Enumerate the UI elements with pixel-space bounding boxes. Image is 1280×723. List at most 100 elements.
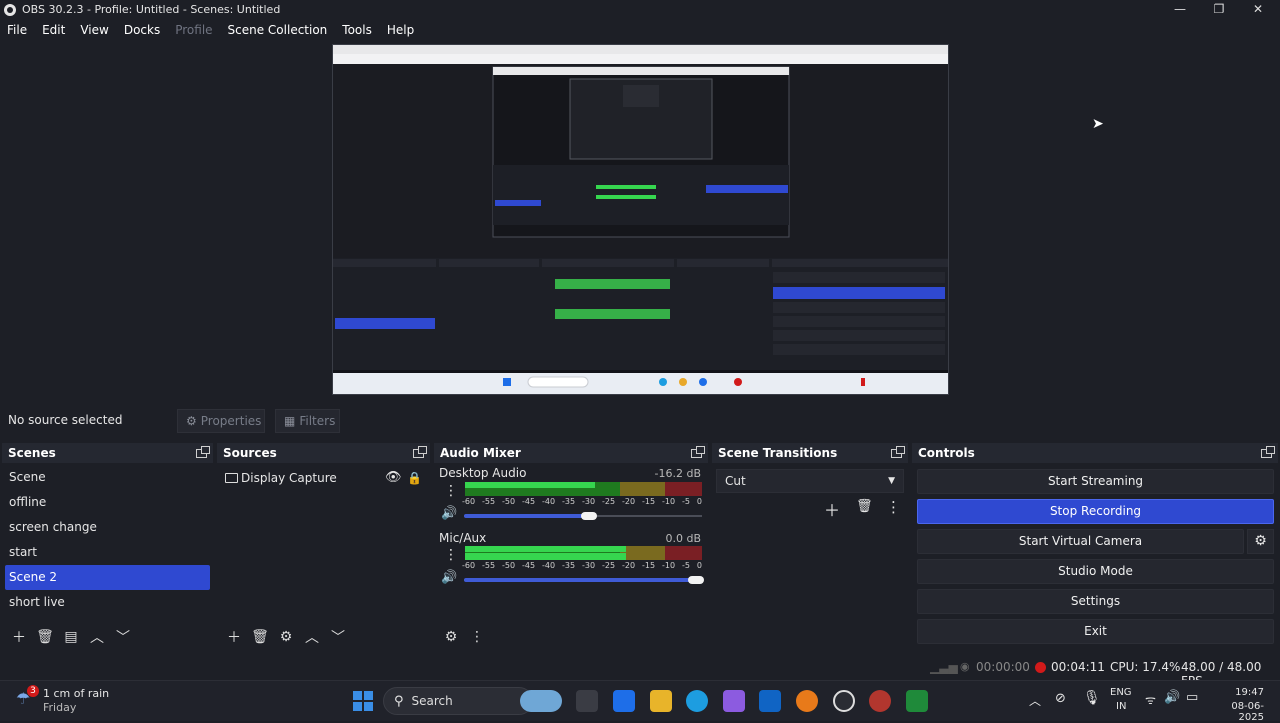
edge-icon[interactable] [686,690,708,712]
volume-slider-knob[interactable] [581,512,597,520]
db-scale: -60 -55 -50 -45 -40 -35 -30 -25 -20 -15 -10 -5 0 [462,561,702,571]
language-region: IN [1116,701,1127,712]
weather-text[interactable]: 1 cm of rain [43,687,109,700]
scene-item-start[interactable]: start [2,540,213,565]
scene-item-scene-2[interactable]: Scene 2 [5,565,210,590]
undock-icon[interactable] [196,445,210,458]
volume-icon[interactable]: 🔊 [1164,690,1180,705]
language-code[interactable]: ENG [1110,687,1132,698]
add-scene-icon[interactable]: ＋ [8,626,30,648]
scene-item-offline[interactable]: offline [2,490,213,515]
chevron-up-icon[interactable]: ︿ [1029,692,1041,709]
spreadsheet-app-icon[interactable] [906,690,928,712]
record-time: 00:04:11 [1051,660,1105,674]
transition-select[interactable]: Cut ▼ [716,469,904,493]
db-tick-label: 0 [696,497,702,506]
undock-icon[interactable] [691,445,705,458]
db-tick-label: 0 [696,561,702,570]
search-label: Search [411,694,453,708]
move-down-icon[interactable]: ﹀ [112,626,134,648]
outlook-icon[interactable] [759,690,781,712]
menu-edit[interactable]: Edit [35,23,73,37]
taskbar-search-box[interactable]: ⚲ Search [383,687,533,715]
lock-icon[interactable]: 🔒 [407,471,422,485]
filter-icon[interactable]: ▤ [60,626,82,648]
db-tick-label: -15 [642,561,656,570]
monitor-icon [225,472,238,483]
menu-scene-collection[interactable]: Scene Collection [221,23,336,37]
add-transition-icon[interactable]: ＋ [824,497,840,521]
move-up-icon[interactable]: ︿ [86,626,108,648]
scene-list: Scene offline screen change start Scene … [2,463,213,615]
settings-button[interactable]: Settings [917,589,1274,614]
avatar-app-icon[interactable] [869,690,891,712]
obs-taskbar-icon[interactable] [833,690,855,712]
filters-button[interactable]: ▦ Filters [275,409,340,433]
volume-slider-fill [464,578,702,582]
add-source-icon[interactable]: ＋ [223,626,245,648]
clock-time[interactable]: 19:47 [1228,687,1264,698]
menu-help[interactable]: Help [380,23,422,37]
stop-recording-button[interactable]: Stop Recording [917,499,1274,524]
studio-mode-button[interactable]: Studio Mode [917,559,1274,584]
source-item-display-capture[interactable]: Display Capture 👁 🔒 [217,465,430,490]
scene-transitions-dock: Scene Transitions Cut ▼ ＋ 🗑 ⋮ [712,443,908,651]
copilot-icon[interactable] [723,690,745,712]
trash-icon[interactable]: 🗑 [856,499,873,514]
eye-icon[interactable]: 👁 [385,470,402,485]
properties-button[interactable]: ⚙ Properties [177,409,265,433]
gear-icon[interactable]: ⚙ [275,626,297,648]
minimize-button[interactable]: — [1161,0,1199,19]
scenes-header: Scenes [2,443,213,463]
db-tick-label: -55 [482,497,496,506]
move-up-icon[interactable]: ︿ [301,626,323,648]
scene-item-screen-change[interactable]: screen change [2,515,213,540]
speaker-icon[interactable]: 🔊 [441,506,457,521]
menu-profile[interactable]: Profile [168,23,220,37]
volume-slider-knob[interactable] [688,576,704,584]
sources-header: Sources [217,443,430,463]
battery-icon[interactable]: ▭ [1186,690,1198,705]
start-streaming-button[interactable]: Start Streaming [917,469,1274,494]
advanced-audio-gear-icon[interactable]: ⚙ [440,626,462,648]
undock-icon[interactable] [1261,445,1275,458]
controls-header: Controls [912,443,1278,463]
kebab-menu-icon[interactable]: ⋮ [444,547,458,563]
virtual-camera-settings-gear-icon[interactable]: ⚙ [1247,529,1274,554]
close-button[interactable]: ✕ [1239,0,1277,19]
undock-icon[interactable] [891,445,905,458]
exit-button[interactable]: Exit [917,619,1274,644]
wifi-icon[interactable]: ᯤ [1145,691,1156,708]
menu-view[interactable]: View [73,23,116,37]
start-virtual-camera-button[interactable]: Start Virtual Camera [917,529,1244,554]
undock-icon[interactable] [413,445,427,458]
kebab-menu-icon[interactable]: ⋮ [886,498,901,516]
kebab-menu-icon[interactable]: ⋮ [444,483,458,499]
store-icon[interactable] [613,690,635,712]
maximize-button[interactable]: ❐ [1200,0,1238,19]
scene-item-scene[interactable]: Scene [2,465,213,490]
chevron-down-icon: ▼ [888,476,895,486]
weather-badge: 3 [27,685,39,697]
db-tick-label: -45 [522,497,536,506]
trash-icon[interactable]: 🗑 [249,626,271,648]
copilot-banner-icon[interactable] [520,690,562,712]
task-view-icon[interactable] [576,690,598,712]
menu-docks[interactable]: Docks [117,23,168,37]
network-off-icon[interactable]: ⊘ [1055,691,1066,706]
preview-canvas[interactable] [332,44,949,395]
file-explorer-icon[interactable] [650,690,672,712]
menu-tools[interactable]: Tools [335,23,380,37]
controls-title: Controls [918,446,975,460]
trash-icon[interactable]: 🗑 [34,626,56,648]
speaker-icon[interactable]: 🔊 [441,570,457,585]
db-tick-label: -50 [502,561,516,570]
microphone-icon[interactable]: 🎙 [1083,690,1101,706]
move-down-icon[interactable]: ﹀ [327,626,349,648]
mouse-cursor-icon: ➤ [1092,116,1104,132]
cloud-app-icon[interactable] [796,690,818,712]
menu-file[interactable]: File [0,23,35,37]
windows-start-icon[interactable] [353,691,373,711]
kebab-menu-icon[interactable]: ⋮ [466,626,488,648]
scene-item-short-live[interactable]: short live [2,590,213,615]
